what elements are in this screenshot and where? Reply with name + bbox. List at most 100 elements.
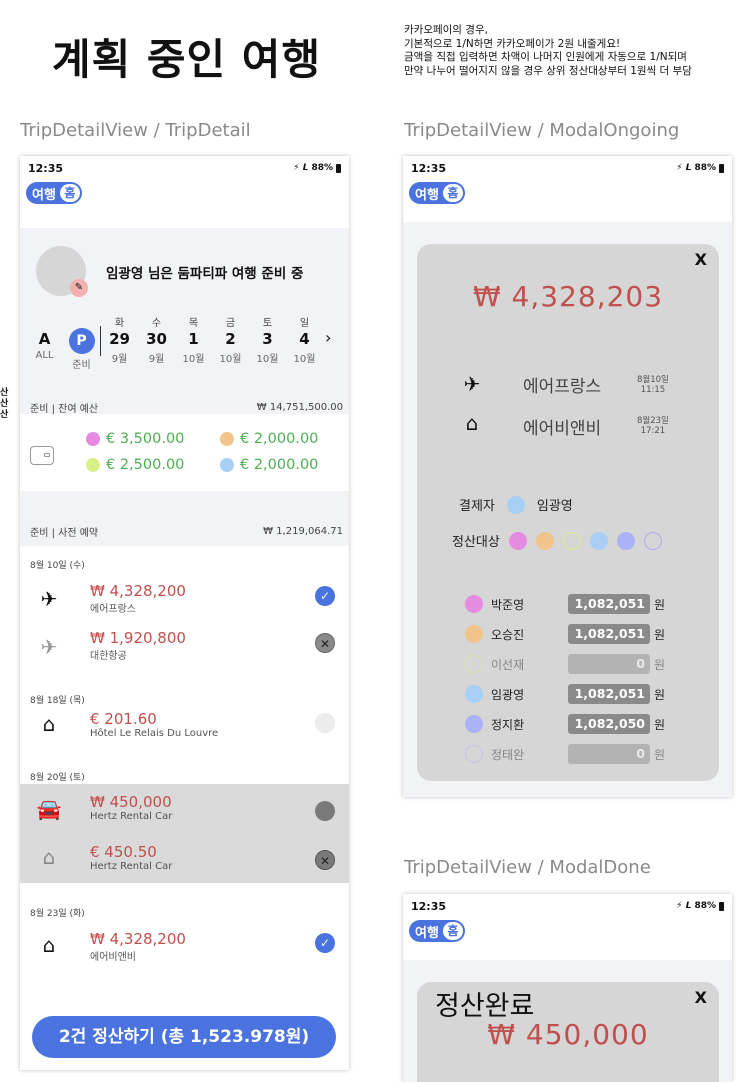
bookings-header: 준비 | 사전 예약 ₩ 1,219,064.71	[30, 524, 343, 539]
x-circle-icon[interactable]: ✕	[315, 850, 335, 870]
booking-info[interactable]: ₩ 4,328,200 에어비앤비	[90, 930, 186, 963]
place-time: 17:21	[640, 426, 666, 436]
booking-info[interactable]: € 201.60 Hôtel Le Relais Du Louvre	[90, 710, 218, 739]
person-dot	[465, 745, 483, 763]
color-dot	[220, 458, 234, 472]
settle-amount: ₩ 4,328,203	[472, 280, 664, 313]
disabled-bookings-band	[20, 784, 349, 883]
toggle-knob: 홈	[442, 922, 463, 940]
filled-circle-icon[interactable]	[315, 801, 335, 821]
payer-label: 결제자	[459, 499, 495, 514]
person-dot	[465, 625, 483, 643]
target-dot[interactable]	[562, 531, 581, 550]
target-dot[interactable]	[535, 531, 554, 550]
place-name: 에어프랑스	[523, 377, 602, 397]
booking-amount: ₩ 4,328,200	[90, 930, 186, 948]
budget-item: € 2,000.00	[220, 431, 318, 447]
place-datetime: 8월10일 11:15	[637, 375, 669, 395]
day-mon: 9월	[111, 354, 128, 365]
travel-home-toggle[interactable]: 여행 홈	[409, 182, 465, 204]
place-name: 에어비앤비	[523, 419, 602, 439]
day-dow: 토	[262, 318, 273, 329]
person-row: 박준영 1,082,051 원	[465, 589, 705, 619]
close-icon[interactable]: X	[695, 250, 707, 269]
travel-home-toggle[interactable]: 여행 홈	[26, 182, 82, 204]
person-amount-input[interactable]: 1,082,051	[568, 624, 650, 644]
x-circle-icon[interactable]: ✕	[315, 633, 335, 653]
day-num: 2	[225, 330, 236, 348]
target-dot[interactable]	[589, 531, 608, 550]
day-num: 4	[299, 330, 310, 348]
booking-date: 8월 20일 (토)	[30, 773, 85, 783]
booking-amount: ₩ 450,000	[90, 793, 172, 811]
bookings-total: ₩ 1,219,064.71	[263, 526, 343, 537]
airplane-icon: ✈	[463, 372, 481, 396]
day-prep[interactable]: P 준비	[63, 314, 100, 371]
booking-info[interactable]: ₩ 1,920,800 대한항공	[90, 629, 186, 662]
won-unit: 원	[654, 747, 666, 762]
person-name: 이선재	[491, 657, 525, 672]
day-mon: 10월	[256, 354, 279, 365]
person-amount-input[interactable]: 1,082,051	[568, 684, 650, 704]
checked-icon[interactable]: ✓	[315, 586, 335, 606]
place-date: 8월23일	[637, 416, 669, 426]
house-icon: ⌂	[42, 845, 56, 869]
won-unit: 원	[654, 657, 666, 672]
status-bar: 12:35 ⚡ 𝙇 88%	[20, 156, 349, 180]
target-dot[interactable]	[643, 531, 662, 550]
settle-button[interactable]: 2건 정산하기 (총 1,523.978원)	[32, 1016, 336, 1058]
booking-info[interactable]: ₩ 450,000 Hertz Rental Car	[90, 793, 172, 822]
person-name: 임광영	[491, 687, 525, 702]
note-line: 만약 나누어 떨어지지 않을 경우 상위 정산대상부터 1원씩 더 부담	[404, 64, 692, 77]
place-datetime: 8월23일 17:21	[637, 416, 669, 436]
won-unit: 원	[654, 597, 666, 612]
won-unit: 원	[654, 687, 666, 702]
bookings-label: 준비 | 사전 예약	[30, 528, 99, 539]
budget-item: € 2,500.00	[86, 457, 184, 473]
toggle-label: 여행	[32, 187, 56, 203]
day-item[interactable]: 화 29 9월	[101, 314, 138, 365]
chevron-right-icon[interactable]: ›	[325, 328, 331, 347]
battery-icon	[719, 163, 724, 173]
person-dot	[465, 655, 483, 673]
settlement-modal: X ₩ 4,328,203 ✈ 에어프랑스 8월10일 11:15 ⌂ 에어비앤…	[417, 244, 719, 781]
bookings-header-band: 준비 | 사전 예약 ₩ 1,219,064.71	[20, 491, 349, 546]
day-item[interactable]: 토 3 10월	[249, 314, 286, 365]
battery-icon	[336, 163, 341, 173]
toggle-label: 여행	[415, 925, 439, 941]
status-icons: ⚡ 𝙇 88%	[293, 163, 341, 173]
booking-info[interactable]: € 450.50 Hertz Rental Car	[90, 843, 172, 872]
budget-card: € 3,500.00 € 2,000.00 € 2,500.00 € 2,000…	[20, 421, 349, 491]
person-name: 정태완	[491, 747, 525, 762]
house-icon: ⌂	[465, 411, 479, 435]
day-item[interactable]: 수 30 9월	[138, 314, 175, 365]
booking-info[interactable]: ₩ 4,328,200 에어프랑스	[90, 582, 186, 615]
day-item[interactable]: 일 4 10월	[286, 314, 323, 365]
status-time: 12:35	[411, 899, 447, 913]
target-dot[interactable]	[508, 531, 527, 550]
close-icon[interactable]: X	[695, 988, 707, 1007]
person-amount-input[interactable]: 1,082,051	[568, 594, 650, 614]
day-item[interactable]: 목 1 10월	[175, 314, 212, 365]
checked-icon[interactable]: ✓	[315, 933, 335, 953]
travel-home-toggle[interactable]: 여행 홈	[409, 920, 465, 942]
person-amount-input[interactable]: 0	[568, 654, 650, 674]
person-amount-input[interactable]: 1,082,050	[568, 714, 650, 734]
day-mon: 10월	[293, 354, 316, 365]
frame-label-detail: TripDetailView / TripDetail	[20, 120, 251, 141]
day-item[interactable]: 금 2 10월	[212, 314, 249, 365]
person-list: 박준영 1,082,051 원 오승진 1,082,051 원 이선재 0 원 …	[465, 589, 705, 769]
targets-row: 정산대상	[452, 531, 662, 550]
unchecked-icon[interactable]	[315, 713, 335, 733]
day-all[interactable]: A ALL	[26, 314, 63, 361]
person-amount-input[interactable]: 0	[568, 744, 650, 764]
status-icons: ⚡ 𝙇 88%	[676, 163, 724, 173]
note-line: 기본적으로 1/N하면 카카오페이가 2원 내줄게요!	[404, 37, 621, 50]
color-dot	[220, 432, 234, 446]
budget-amount: € 2,000.00	[240, 457, 319, 473]
target-dot[interactable]	[616, 531, 635, 550]
battery-icon	[719, 901, 724, 911]
signal-icon: ⚡ 𝙇	[676, 163, 692, 173]
frame-label-done: TripDetailView / ModalDone	[404, 857, 651, 878]
edit-pencil-icon[interactable]: ✎	[70, 279, 88, 297]
